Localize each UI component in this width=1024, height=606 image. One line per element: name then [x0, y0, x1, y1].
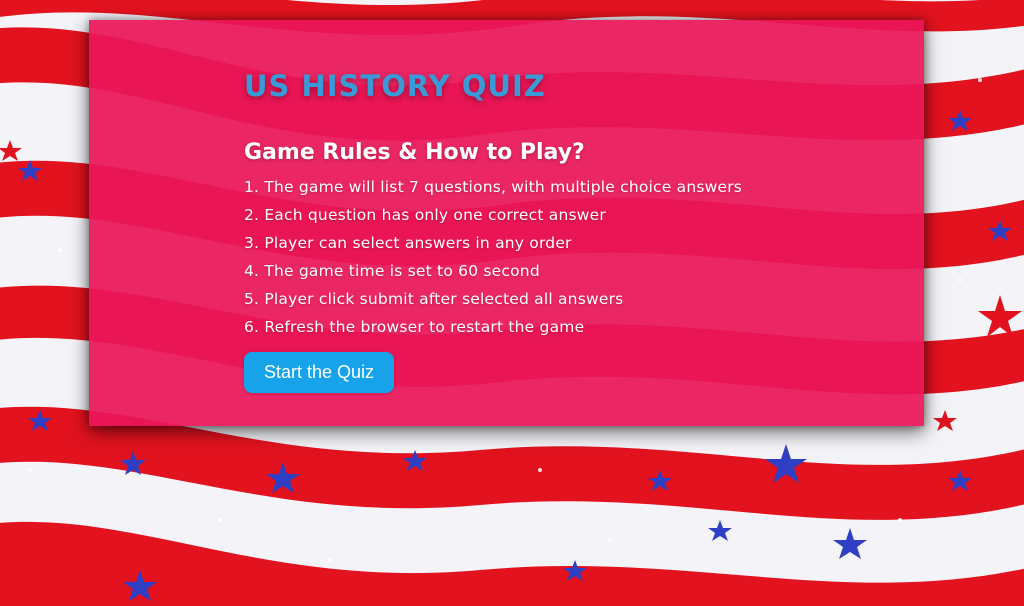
quiz-title: US HISTORY QUIZ: [244, 69, 546, 103]
rule-item: 6. Refresh the browser to restart the ga…: [244, 318, 585, 336]
rule-item: 1. The game will list 7 questions, with …: [244, 178, 743, 196]
rules-list: 1. The game will list 7 questions, with …: [244, 173, 742, 341]
quiz-intro-card: US HISTORY QUIZ Game Rules & How to Play…: [89, 20, 924, 426]
rule-item: 4. The game time is set to 60 second: [244, 262, 540, 280]
start-quiz-button[interactable]: Start the Quiz: [244, 352, 395, 393]
rule-item: 5. Player click submit after selected al…: [244, 290, 624, 308]
rule-item: 3. Player can select answers in any orde…: [244, 234, 572, 252]
quiz-intro-content: US HISTORY QUIZ Game Rules & How to Play…: [244, 68, 742, 393]
rules-heading: Game Rules & How to Play?: [244, 140, 585, 165]
rule-item: 2. Each question has only one correct an…: [244, 206, 606, 224]
